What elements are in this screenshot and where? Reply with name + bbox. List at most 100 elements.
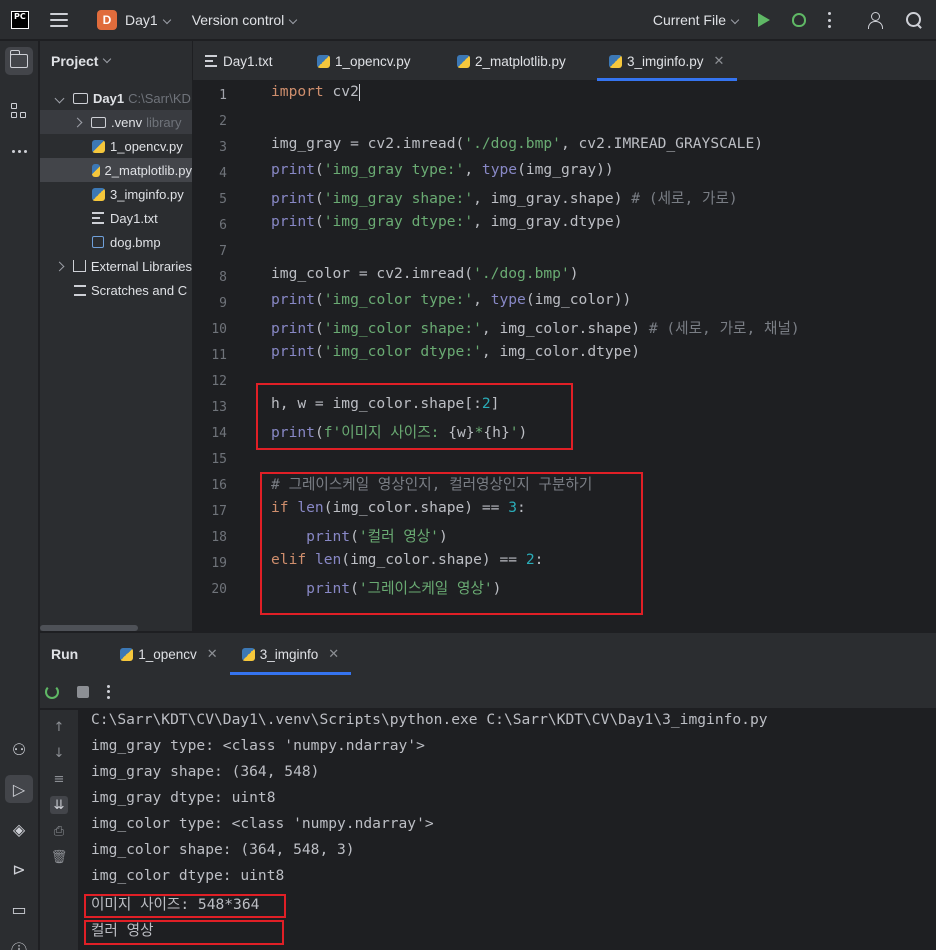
line-number: 6 [219,218,227,233]
line-number: 12 [211,374,227,389]
run-tab-1-opencv[interactable]: 1_opencv ✕ [108,633,229,675]
run-console-output[interactable]: C:\Sarr\KDT\CV\Day1\.venv\Scripts\python… [78,710,936,950]
soft-wrap-icon[interactable]: ≡ [50,770,68,788]
close-tab-icon[interactable]: ✕ [328,646,339,662]
run-tool-button[interactable]: ▷ [5,775,33,803]
main-menu-icon[interactable] [50,12,68,27]
trash-icon[interactable]: 🗑 [50,848,68,866]
run-panel-header: Run 1_opencv ✕ 3_imginfo ✕ [40,633,936,675]
add-user-icon[interactable] [868,12,884,29]
more-tools-button[interactable] [5,137,33,165]
line-number: 17 [211,504,227,519]
expand-arrow-icon[interactable] [54,93,65,103]
tree-item-3-imginfo[interactable]: 3_imginfo.py [40,182,192,206]
code-line: print('img_color shape:', img_color.shap… [271,320,800,337]
run-icon[interactable] [758,13,770,27]
code-line: img_color = cv2.imread('./dog.bmp') [271,265,579,282]
services-icon: ⊳ [12,859,26,879]
tab-1-opencv[interactable]: 1_opencv.py [305,41,445,81]
python-file-icon [317,54,330,68]
project-name: Day1 [125,11,158,28]
console-line: 컬러 영상 [91,922,154,939]
project-pane-title: Project [51,53,99,69]
project-badge[interactable]: D [97,9,117,30]
run-tab-3-imginfo[interactable]: 3_imginfo ✕ [229,633,352,675]
terminal-tool-button[interactable]: ▭ [5,895,33,923]
scroll-to-end-icon[interactable]: ⇊ [50,796,68,814]
tree-item-day1-txt[interactable]: Day1.txt [40,206,192,230]
console-line: img_gray type: <class 'numpy.ndarray'> [91,737,425,754]
close-tab-icon[interactable]: ✕ [207,646,218,662]
more-actions-icon[interactable] [828,12,832,28]
code-line: print('img_color type:', type(img_color)… [271,291,632,308]
expand-arrow-icon[interactable] [54,261,65,271]
line-number-gutter: 1 2 3 4 5 6 7 8 9 10 11 12 13 14 15 16 1… [193,82,255,631]
structure-tool-button[interactable] [5,97,33,125]
layers-tool-button[interactable]: ◈ [5,815,33,843]
tab-3-imginfo[interactable]: 3_imginfo.py ✕ [597,41,737,81]
search-icon[interactable] [906,12,922,28]
services-tool-button[interactable]: ⊳ [5,855,33,883]
pycharm-logo-icon: PC [11,10,29,29]
more-options-icon[interactable] [107,684,110,699]
code-line: h, w = img_color.shape[:2] [271,395,500,412]
library-icon [72,260,86,272]
project-pane-header[interactable]: Project [40,41,192,81]
stop-icon[interactable] [77,685,89,698]
scroll-down-icon[interactable]: ↓ [50,744,68,762]
tree-item-label: 1_opencv.py [110,138,183,154]
code-line: print('img_gray dtype:', img_gray.dtype) [271,213,623,230]
line-number: 1 [219,88,227,103]
line-number: 18 [211,530,227,545]
tree-item-venv[interactable]: .venv library [40,110,192,134]
more-icon [11,149,27,153]
tab-label: Day1.txt [223,53,273,69]
console-line: img_color type: <class 'numpy.ndarray'> [91,815,434,832]
version-control-menu[interactable]: Version control [192,12,298,28]
layers-icon: ◈ [12,819,26,839]
code-line: print('img_gray shape:', img_gray.shape)… [271,190,738,207]
line-number: 5 [219,192,227,207]
tab-day1-txt[interactable]: Day1.txt [193,41,305,81]
terminal-icon: ▭ [11,899,27,919]
code-line: print('그레이스케일 영상') [306,580,502,597]
python-packages-button[interactable]: ⚇ [5,735,33,763]
console-line: img_gray dtype: uint8 [91,789,276,806]
code-line: print('img_gray type:', type(img_gray)) [271,161,614,178]
tree-item-dog-bmp[interactable]: dog.bmp [40,230,192,254]
rerun-icon[interactable] [45,684,59,699]
tree-item-external-libraries[interactable]: External Libraries [40,254,192,278]
project-switcher[interactable]: Day1 [125,11,171,28]
project-tool-button[interactable] [5,47,33,75]
python-file-icon [241,647,255,661]
tree-item-label: .venv [111,114,143,130]
tree-item-day1[interactable]: Day1 C:\Sarr\KD [40,86,192,110]
project-pane: Project Day1 C:\Sarr\KD .venv library 1_… [40,41,192,631]
text-file-icon [205,55,217,67]
code-editor[interactable]: 1 2 3 4 5 6 7 8 9 10 11 12 13 14 15 16 1… [193,82,936,631]
line-number: 10 [211,322,227,337]
text-caret [358,83,361,101]
python-file-icon [92,139,105,153]
line-number: 7 [219,244,227,259]
line-number: 19 [211,556,227,571]
tree-item-scratches[interactable]: Scratches and C [40,278,192,302]
tool-window-strip: ⚇ ▷ ◈ ⊳ ▭ ⓘ [0,41,39,950]
close-tab-icon[interactable]: ✕ [714,53,725,69]
run-tab-label: 3_imginfo [259,646,319,662]
scroll-up-icon[interactable]: ↑ [50,718,68,736]
python-packages-icon: ⚇ [11,739,27,759]
tree-item-1-opencv[interactable]: 1_opencv.py [40,134,192,158]
code-line: import cv2 [271,83,361,101]
code-line: # 그레이스케일 영상인지, 컬러영상인지 구분하기 [271,476,593,493]
tree-item-label: dog.bmp [110,234,161,250]
problems-tool-button[interactable]: ⓘ [5,935,33,950]
run-configuration-selector[interactable]: Current File [653,12,740,28]
print-icon[interactable]: ⎙ [50,822,68,840]
tab-2-matplotlib[interactable]: 2_matplotlib.py [445,41,597,81]
code-line: print(f'이미지 사이즈: {w}*{h}') [271,424,528,441]
debug-icon[interactable] [792,13,806,27]
run-toolbar [40,675,936,709]
expand-arrow-icon[interactable] [72,117,83,127]
tree-item-2-matplotlib[interactable]: 2_matplotlib.py [40,158,192,182]
